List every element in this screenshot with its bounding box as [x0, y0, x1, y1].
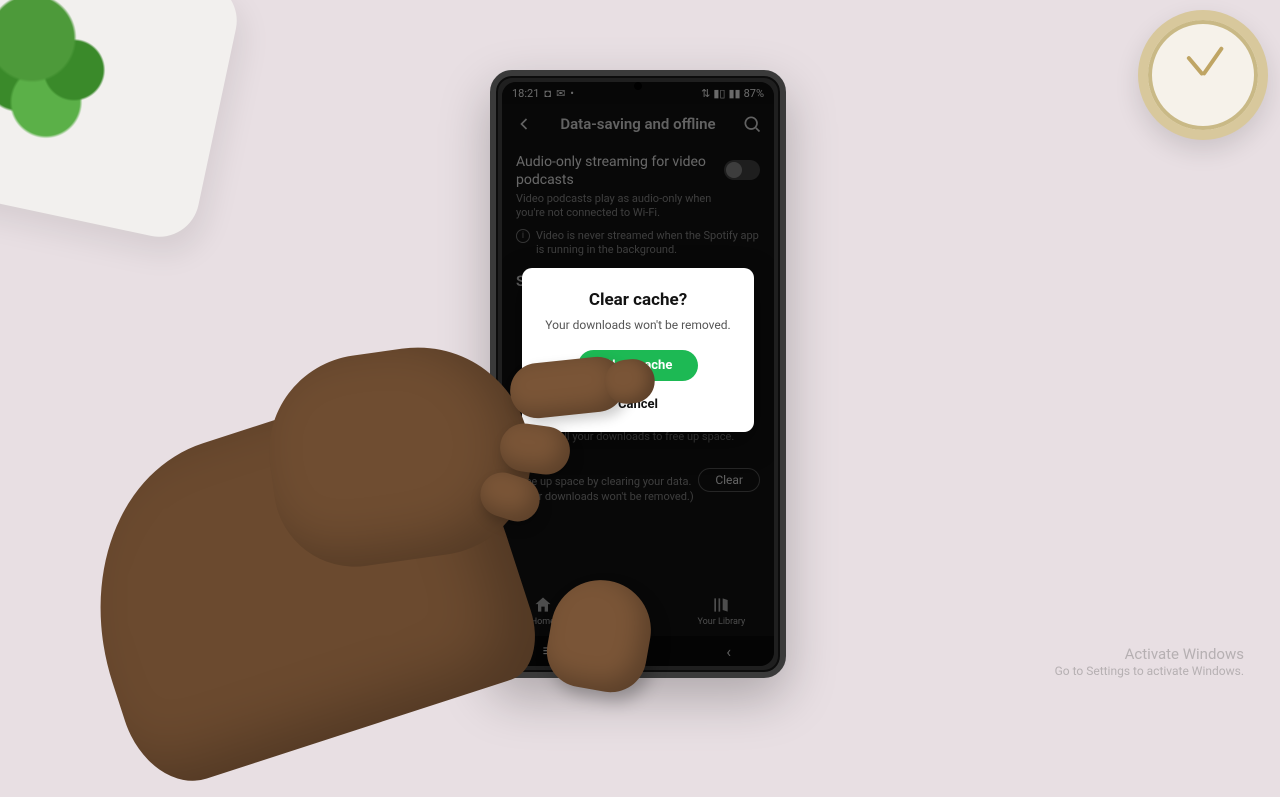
cancel-button[interactable]: Cancel — [538, 391, 738, 418]
camera-hole — [634, 82, 642, 90]
watermark-line1: Activate Windows — [1055, 645, 1244, 665]
phone-frame: 18:21 ◘ ✉ • ⇅ ▮▯ ▮▮ 87% Data-saving and … — [490, 70, 786, 678]
plant-prop — [0, 0, 200, 200]
watermark-line2: Go to Settings to activate Windows. — [1055, 664, 1244, 680]
dialog-subtitle: Your downloads won't be removed. — [538, 318, 738, 332]
dialog-title: Clear cache? — [538, 290, 738, 310]
windows-watermark: Activate Windows Go to Settings to activ… — [1055, 645, 1244, 680]
clear-cache-dialog: Clear cache? Your downloads won't be rem… — [522, 268, 754, 432]
clock-prop — [1138, 10, 1268, 140]
clear-cache-button[interactable]: Clear cache — [578, 350, 698, 381]
screen: 18:21 ◘ ✉ • ⇅ ▮▯ ▮▮ 87% Data-saving and … — [502, 82, 774, 666]
